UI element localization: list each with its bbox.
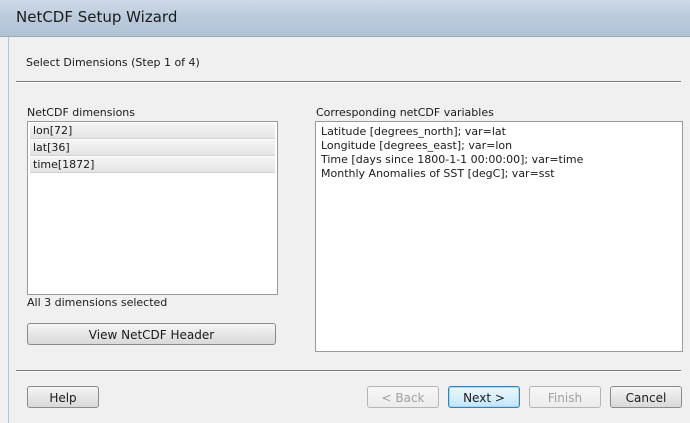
footer-separator xyxy=(16,370,681,372)
list-item-lat[interactable]: lat[36] xyxy=(30,140,275,156)
header-separator xyxy=(16,81,681,83)
variables-label: Corresponding netCDF variables xyxy=(316,106,494,119)
finish-button[interactable]: Finish xyxy=(529,386,601,408)
variable-line-sst: Monthly Anomalies of SST [degC]; var=sst xyxy=(321,167,555,180)
dimensions-status: All 3 dimensions selected xyxy=(27,296,168,309)
next-button[interactable]: Next > xyxy=(448,386,520,408)
dimensions-label: NetCDF dimensions xyxy=(27,106,135,119)
step-heading: Select Dimensions (Step 1 of 4) xyxy=(26,56,200,69)
variables-pane[interactable]: Latitude [degrees_north]; var=lat Longit… xyxy=(315,121,683,352)
view-header-button[interactable]: View NetCDF Header xyxy=(27,323,276,345)
list-item-lon[interactable]: lon[72] xyxy=(30,123,275,139)
title-bar: NetCDF Setup Wizard xyxy=(0,0,690,37)
help-button[interactable]: Help xyxy=(27,386,99,408)
window-title: NetCDF Setup Wizard xyxy=(16,8,178,26)
variable-line-time: Time [days since 1800-1-1 00:00:00]; var… xyxy=(321,153,584,166)
dimensions-list[interactable]: lon[72] lat[36] time[1872] xyxy=(27,121,278,295)
cancel-button[interactable]: Cancel xyxy=(610,386,682,408)
variable-line-lon: Longitude [degrees_east]; var=lon xyxy=(321,139,513,152)
variable-line-lat: Latitude [degrees_north]; var=lat xyxy=(321,125,506,138)
back-button[interactable]: < Back xyxy=(367,386,439,408)
list-item-time[interactable]: time[1872] xyxy=(30,157,275,173)
